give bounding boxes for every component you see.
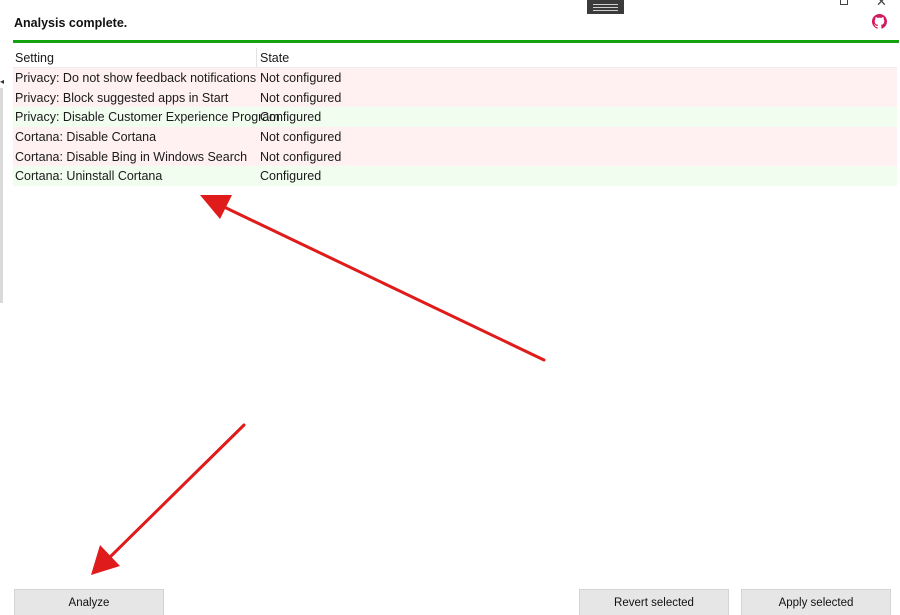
arrow-to-analyze — [91, 423, 246, 575]
setting-cell: Privacy: Block suggested apps in Start — [15, 90, 229, 105]
table-row[interactable]: Privacy: Block suggested apps in Start N… — [13, 87, 897, 108]
settings-grid: Setting State Privacy: Do not show feedb… — [13, 48, 897, 187]
state-cell: Configured — [260, 110, 322, 125]
github-icon[interactable] — [872, 14, 887, 29]
state-cell: Not configured — [260, 149, 342, 164]
close-icon[interactable]: ✕ — [876, 0, 887, 8]
status-title: Analysis complete. — [14, 16, 128, 30]
state-cell: Not configured — [260, 70, 342, 85]
arrow-to-grid — [200, 195, 546, 362]
analyze-button[interactable]: Analyze — [14, 589, 164, 615]
setting-cell: Cortana: Disable Bing in Windows Search — [15, 149, 248, 164]
apply-selected-button[interactable]: Apply selected — [741, 589, 891, 615]
state-cell: Not configured — [260, 129, 342, 144]
restore-icon[interactable] — [840, 0, 848, 5]
state-cell: Configured — [260, 169, 322, 184]
setting-cell: Cortana: Uninstall Cortana — [15, 169, 163, 184]
table-row[interactable]: Privacy: Disable Customer Experience Pro… — [13, 107, 897, 128]
table-row[interactable]: Cortana: Uninstall Cortana Configured — [13, 166, 897, 187]
progress-bar — [13, 40, 899, 43]
menu-handle-icon[interactable] — [587, 0, 624, 14]
column-header-state[interactable]: State — [257, 48, 897, 67]
setting-cell: Cortana: Disable Cortana — [15, 129, 157, 144]
table-row[interactable]: Privacy: Do not show feedback notificati… — [13, 68, 897, 88]
revert-selected-button[interactable]: Revert selected — [579, 589, 729, 615]
grid-header: Setting State — [13, 48, 897, 68]
caret-icon: ◂ — [0, 77, 5, 86]
scrollbar-edge — [0, 88, 3, 303]
setting-cell: Privacy: Do not show feedback notificati… — [15, 70, 257, 85]
column-header-setting[interactable]: Setting — [13, 48, 257, 67]
state-cell: Not configured — [260, 90, 342, 105]
setting-cell: Privacy: Disable Customer Experience Pro… — [15, 110, 280, 125]
table-row[interactable]: Cortana: Disable Cortana Not configured — [13, 127, 897, 147]
table-row[interactable]: Cortana: Disable Bing in Windows Search … — [13, 146, 897, 167]
